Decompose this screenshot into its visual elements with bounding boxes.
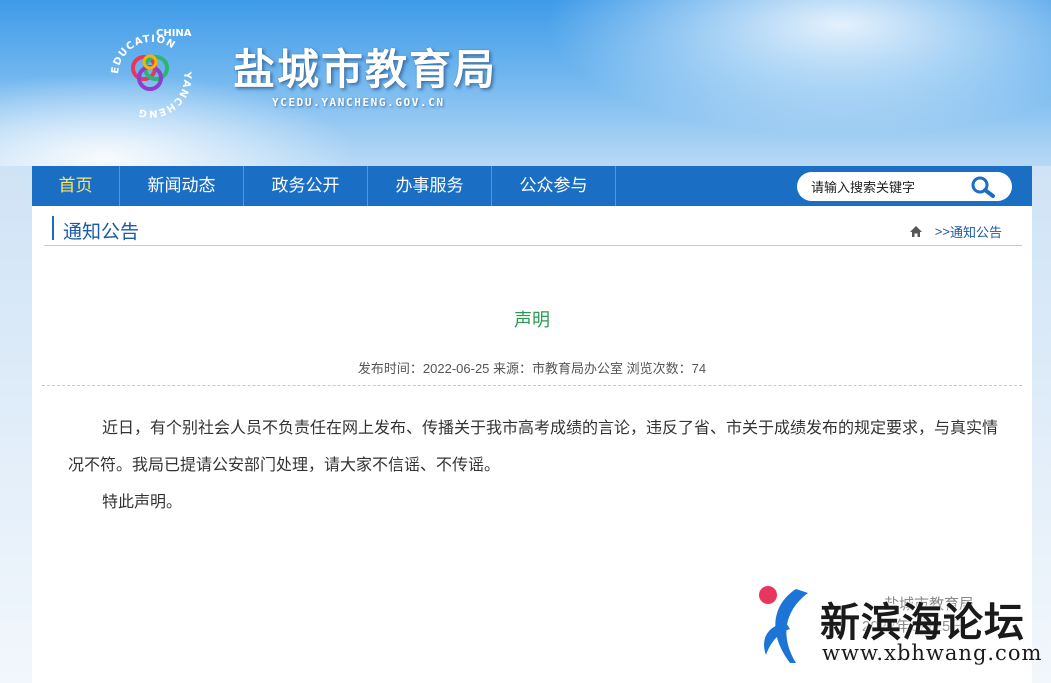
- article-paragraph: 特此声明。: [102, 494, 183, 511]
- watermark-url: www.xbhwang.com: [822, 641, 1043, 665]
- site-title: 盐城市教育局: [233, 45, 498, 94]
- article-paragraph: 近日，有个别社会人员不负责任在网上发布、传播关于我市高考成绩的言论，违反了省、市…: [68, 420, 999, 474]
- article-title: 声明: [514, 310, 550, 330]
- left-background: [0, 166, 32, 683]
- search-box: [797, 172, 1012, 201]
- home-icon[interactable]: [909, 225, 923, 238]
- breadcrumb: >> 通知公告: [909, 222, 1002, 241]
- nav-item-public-participation[interactable]: 公众参与: [492, 166, 616, 206]
- watermark-logo-icon: [759, 586, 808, 663]
- nav-item-services[interactable]: 办事服务: [368, 166, 492, 206]
- site-domain: YCEDU.YANCHENG.GOV.CN: [272, 96, 445, 109]
- section-title: 通知公告: [63, 222, 140, 243]
- logo-text-china: CHINA: [156, 28, 192, 39]
- search-icon: [971, 176, 995, 198]
- meta-divider: [42, 385, 1022, 386]
- article-meta: 发布时间：2022-06-25 来源：市教育局办公室 浏览次数：74: [357, 361, 707, 376]
- section-accent-bar: [52, 216, 54, 240]
- breadcrumb-separator: >>: [934, 224, 950, 239]
- right-background: [1032, 166, 1051, 683]
- breadcrumb-current[interactable]: 通知公告: [950, 222, 1002, 241]
- search-button[interactable]: [967, 174, 1003, 199]
- section-divider: [44, 245, 1022, 246]
- nav-item-government-affairs[interactable]: 政务公开: [244, 166, 368, 206]
- nav-item-home[interactable]: 首页: [32, 166, 120, 206]
- education-logo: EDUCATION YANCHENG CHINA: [110, 28, 192, 119]
- nav-item-news[interactable]: 新闻动态: [120, 166, 244, 206]
- article-body: 近日，有个别社会人员不负责任在网上发布、传播关于我市高考成绩的言论，违反了省、市…: [68, 410, 998, 521]
- watermark-name: 新滨海论坛: [820, 600, 1025, 646]
- header-banner: EDUCATION YANCHENG CHINA 盐城市教育局 YCEDU.YA…: [0, 0, 1051, 166]
- search-input[interactable]: [809, 177, 973, 198]
